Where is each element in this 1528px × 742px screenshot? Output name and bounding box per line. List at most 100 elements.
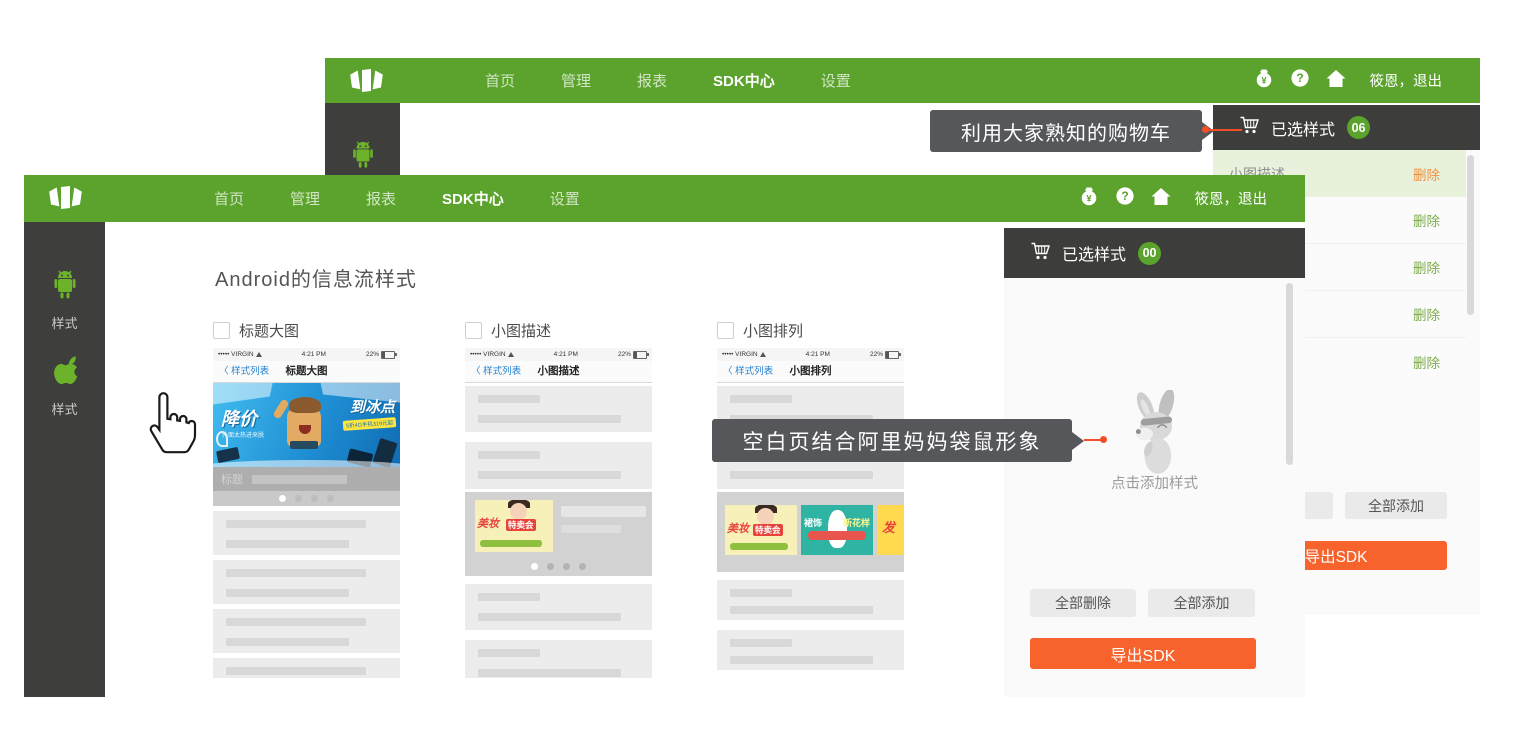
battery-text: 22% [870,351,883,358]
ad-image-text: 特卖会 [753,524,783,536]
nav-item-sdk-center[interactable]: SDK中心 [713,70,775,91]
ad-image-text: 美妆 [477,515,499,531]
nav-item-home[interactable]: 首页 [485,70,515,91]
annotation-cart-callout: 利用大家熟知的购物车 [930,110,1202,152]
front-cart-header: 已选样式 00 [1004,228,1305,278]
front-page-title: Android的信息流样式 [215,263,417,292]
style-option: 小图描述 [465,320,551,341]
battery-icon [633,351,647,359]
moneybag-icon[interactable]: ¥ [1254,68,1274,93]
sidebar-item-ios-styles[interactable]: 样式 [24,354,105,418]
placeholder-bar [561,525,621,533]
panel-scrollbar[interactable] [1467,155,1474,315]
nav-item-report[interactable]: 报表 [366,188,396,209]
list-item-placeholder [717,630,904,670]
ad-thumbnail-image: 裙饰 新花样 [801,505,873,555]
list-item-placeholder [213,511,400,555]
native-ad-row: 美妆 特卖会 裙饰 新花样 发 [717,492,904,572]
delete-all-button[interactable]: 全部删除 [1030,589,1136,617]
sidebar-item-label: 样式 [24,313,105,332]
nav-item-manage[interactable]: 管理 [290,188,320,209]
delete-link[interactable]: 删除 [1413,257,1440,277]
cart-count-badge: 06 [1347,116,1370,139]
sidebar-item-android-styles[interactable]: 样式 [24,268,105,332]
placeholder-bar [561,506,646,517]
android-icon [349,158,377,175]
add-all-button[interactable]: 全部添加 [1148,589,1255,617]
phone-status-bar: ••••• VIRGIN 4:21 PM 22% [465,348,652,361]
phone-preview-smallimage-desc[interactable]: ••••• VIRGIN 4:21 PM 22% 〈 样式列表 小图描述 美妆 [465,348,652,678]
home-icon[interactable] [1326,69,1346,93]
hand-cursor-icon [146,392,198,463]
panel-scrollbar[interactable] [1286,283,1293,465]
svg-text:¥: ¥ [1086,194,1092,205]
main-menu: 首页 管理 报表 SDK中心 设置 [214,175,580,222]
app-logo[interactable] [46,183,84,216]
sidebar-item-label: 样式 [24,399,105,418]
style-checkbox[interactable] [465,322,482,339]
export-sdk-button[interactable]: 导出SDK [1030,638,1256,669]
style-checkbox-label: 小图排列 [743,320,803,341]
list-item-placeholder [465,386,652,432]
signal-icon [256,352,262,357]
delete-link[interactable]: 删除 [1413,352,1440,372]
help-icon[interactable]: ? [1290,68,1310,93]
help-icon[interactable]: ? [1115,186,1135,211]
moneybag-icon[interactable]: ¥ [1079,186,1099,211]
cart-count-badge: 00 [1138,242,1161,265]
nav-item-settings[interactable]: 设置 [821,70,851,91]
home-icon[interactable] [1151,187,1171,211]
ad-image-text: 美妆 [727,520,749,536]
section-label: 标题 [221,471,243,487]
phone-status-bar: ••••• VIRGIN 4:21 PM 22% [717,348,904,361]
connector-line [1206,129,1242,131]
battery-text: 22% [366,351,379,358]
add-all-button[interactable]: 全部添加 [1345,492,1447,519]
carousel-dots [213,491,400,506]
nav-right-group: ¥ ? 筱恩，退出 [1079,175,1268,222]
clock-text: 4:21 PM [806,351,830,358]
style-checkbox[interactable] [717,322,734,339]
user-logout-link[interactable]: 筱恩，退出 [1370,70,1443,91]
apple-icon [50,375,80,392]
back-navbar: 首页 管理 报表 SDK中心 设置 ¥ ? 筱恩，退出 [325,58,1480,103]
nav-item-manage[interactable]: 管理 [561,70,591,91]
front-sidebar: 样式 样式 [24,222,105,697]
banner-title-bar: 标题 [213,467,400,491]
nav-item-settings[interactable]: 设置 [550,188,580,209]
carrier-text: ••••• VIRGIN [470,351,506,358]
delete-link[interactable]: 删除 [1413,210,1440,230]
ad-image-text: 新花样 [843,516,870,529]
phone-nav-bar: 〈 样式列表 小图描述 [465,361,652,383]
style-checkbox[interactable] [213,322,230,339]
front-navbar: 首页 管理 报表 SDK中心 设置 ¥ ? 筱恩，退出 [24,175,1305,222]
native-ad-card: 美妆 特卖会 [465,492,652,576]
phone-preview-title-bigimage[interactable]: ••••• VIRGIN 4:21 PM 22% 〈 样式列表 标题大图 降价 … [213,348,400,678]
app-logo[interactable] [347,66,385,99]
nav-item-home[interactable]: 首页 [214,188,244,209]
nav-right-group: ¥ ? 筱恩，退出 [1254,58,1443,103]
delete-link[interactable]: 删除 [1413,304,1440,324]
phone-status-bar: ••••• VIRGIN 4:21 PM 22% [213,348,400,361]
front-window: 首页 管理 报表 SDK中心 设置 ¥ ? 筱恩，退出 [24,175,1305,697]
nav-item-report[interactable]: 报表 [637,70,667,91]
nav-item-sdk-center[interactable]: SDK中心 [442,188,504,209]
ad-image-text: 裙饰 [804,516,822,529]
style-option: 标题大图 [213,320,299,341]
list-item-placeholder [213,658,400,678]
list-item-placeholder [465,640,652,678]
main-menu: 首页 管理 报表 SDK中心 设置 [485,58,851,103]
callout-pointer [1072,432,1084,450]
phone-preview-smallimage-row[interactable]: ••••• VIRGIN 4:21 PM 22% 〈 样式列表 小图排列 美妆 [717,348,904,678]
phone-nav-bar: 〈 样式列表 小图排列 [717,361,904,383]
phone-nav-bar: 〈 样式列表 标题大图 [213,361,400,383]
delete-link[interactable]: 删除 [1413,164,1440,184]
style-checkbox-label: 标题大图 [239,320,299,341]
carrier-text: ••••• VIRGIN [218,351,254,358]
clock-text: 4:21 PM [554,351,578,358]
back-link: 〈 样式列表 [471,361,521,382]
cart-panel-title: 已选样式 [1062,241,1126,265]
carrier-text: ••••• VIRGIN [722,351,758,358]
user-logout-link[interactable]: 筱恩，退出 [1195,188,1268,209]
ad-image-text: 发 [882,517,895,536]
